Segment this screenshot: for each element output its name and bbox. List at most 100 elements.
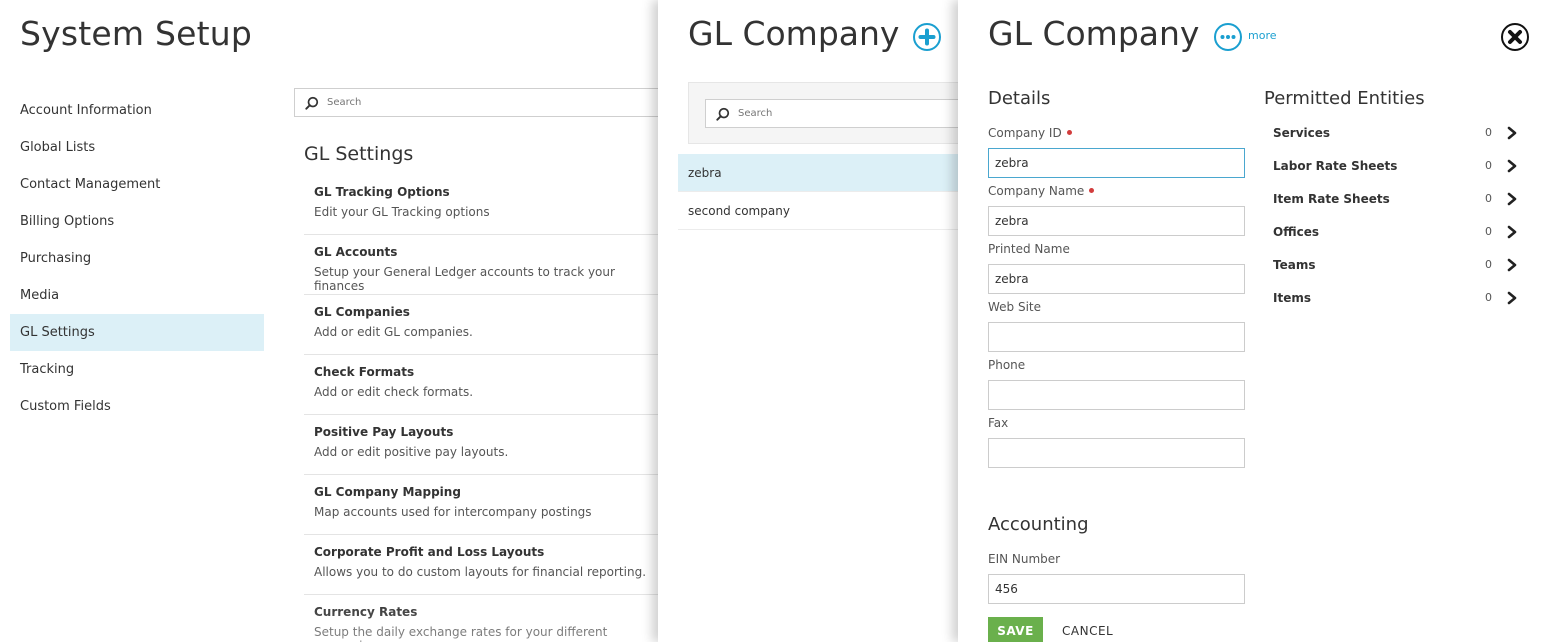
company-detail-title: GL Company xyxy=(988,14,1200,53)
chevron-right-icon xyxy=(1507,258,1517,271)
add-company-button[interactable] xyxy=(912,22,942,52)
gl-company-detail-panel: GL Company more Details Company ID Compa… xyxy=(958,0,1541,642)
entity-row-offices[interactable]: Offices 0 xyxy=(1264,215,1524,248)
required-indicator xyxy=(1089,188,1095,193)
entity-name: Services xyxy=(1273,125,1331,140)
company-row-zebra[interactable]: zebra xyxy=(678,154,968,192)
entity-name: Items xyxy=(1273,290,1311,305)
search-icon xyxy=(716,107,730,121)
settings-item-title: GL Companies xyxy=(314,305,410,319)
settings-item-gl-accounts[interactable]: GL Accounts Setup your General Ledger ac… xyxy=(304,235,660,295)
company-list-title: GL Company xyxy=(688,14,900,53)
company-search-input[interactable] xyxy=(736,107,968,120)
company-row-second-company[interactable]: second company xyxy=(678,192,968,230)
nav-item-global-lists[interactable]: Global Lists xyxy=(10,129,264,166)
chevron-right-icon xyxy=(1507,159,1517,172)
settings-item-title: GL Accounts xyxy=(314,245,398,259)
settings-item-title: GL Tracking Options xyxy=(314,185,450,199)
ein-number-input[interactable] xyxy=(988,574,1245,604)
settings-item-desc: Setup your General Ledger accounts to tr… xyxy=(314,265,615,293)
settings-item-positive-pay-layouts[interactable]: Positive Pay Layouts Add or edit positiv… xyxy=(304,415,660,475)
settings-item-desc: Setup the daily exchange rates for your … xyxy=(314,625,608,642)
fax-label: Fax xyxy=(988,416,1009,430)
phone-input[interactable] xyxy=(988,380,1245,410)
company-search-box xyxy=(705,99,968,128)
entity-count: 0 xyxy=(1485,291,1492,304)
nav-item-gl-settings[interactable]: GL Settings xyxy=(10,314,264,351)
settings-item-desc: Add or edit GL companies. xyxy=(314,325,473,339)
company-id-label-text: Company ID xyxy=(988,126,1062,140)
more-options-button[interactable] xyxy=(1213,22,1243,52)
company-search-area xyxy=(688,82,968,144)
entity-row-items[interactable]: Items 0 xyxy=(1264,281,1524,314)
company-name-label-text: Company Name xyxy=(988,184,1085,198)
settings-item-desc: Add or edit check formats. xyxy=(314,385,474,399)
entity-count: 0 xyxy=(1485,159,1492,172)
company-name-input[interactable] xyxy=(988,206,1245,236)
settings-item-currency-rates[interactable]: Currency Rates Setup the daily exchange … xyxy=(304,595,660,642)
settings-item-check-formats[interactable]: Check Formats Add or edit check formats. xyxy=(304,355,660,415)
web-site-input[interactable] xyxy=(988,322,1245,352)
nav-item-account-information[interactable]: Account Information xyxy=(10,92,264,129)
entity-row-labor-rate-sheets[interactable]: Labor Rate Sheets 0 xyxy=(1264,149,1524,182)
ein-number-label: EIN Number xyxy=(988,552,1061,566)
settings-item-desc: Add or edit positive pay layouts. xyxy=(314,445,509,459)
settings-search-box xyxy=(294,88,660,117)
required-indicator xyxy=(1066,130,1072,135)
settings-item-gl-company-mapping[interactable]: GL Company Mapping Map accounts used for… xyxy=(304,475,660,535)
cancel-button[interactable]: CANCEL xyxy=(1054,617,1121,642)
nav-item-custom-fields[interactable]: Custom Fields xyxy=(10,388,264,425)
entity-name: Teams xyxy=(1273,257,1316,272)
fax-input[interactable] xyxy=(988,438,1245,468)
settings-item-desc: Allows you to do custom layouts for fina… xyxy=(314,565,647,579)
phone-label: Phone xyxy=(988,358,1026,372)
company-name-label: Company Name xyxy=(988,184,1095,198)
printed-name-label: Printed Name xyxy=(988,242,1070,256)
page-title: System Setup xyxy=(20,14,252,53)
system-setup-panel: System Setup Account Information Global … xyxy=(0,0,660,642)
gl-company-list-panel: GL Company zebra second company xyxy=(658,0,968,642)
settings-item-title: Positive Pay Layouts xyxy=(314,425,454,439)
settings-item-gl-companies[interactable]: GL Companies Add or edit GL companies. xyxy=(304,295,660,355)
entity-row-services[interactable]: Services 0 xyxy=(1264,116,1524,149)
entity-name: Item Rate Sheets xyxy=(1273,191,1390,206)
nav-item-contact-management[interactable]: Contact Management xyxy=(10,166,264,203)
settings-item-title: Check Formats xyxy=(314,365,415,379)
settings-item-desc: Map accounts used for intercompany posti… xyxy=(314,505,592,519)
nav-item-media[interactable]: Media xyxy=(10,277,264,314)
entity-name: Offices xyxy=(1273,224,1319,239)
save-button[interactable]: SAVE xyxy=(988,617,1043,642)
settings-item-title: Currency Rates xyxy=(314,605,418,619)
settings-item-desc: Edit your GL Tracking options xyxy=(314,205,490,219)
company-id-label: Company ID xyxy=(988,126,1072,140)
chevron-right-icon xyxy=(1507,291,1517,304)
nav-item-tracking[interactable]: Tracking xyxy=(10,351,264,388)
accounting-section-title: Accounting xyxy=(988,514,1089,535)
entity-name: Labor Rate Sheets xyxy=(1273,158,1398,173)
settings-item-corporate-pl-layouts[interactable]: Corporate Profit and Loss Layouts Allows… xyxy=(304,535,660,595)
entity-count: 0 xyxy=(1485,258,1492,271)
company-list: zebra second company xyxy=(678,154,968,230)
printed-name-input[interactable] xyxy=(988,264,1245,294)
entity-count: 0 xyxy=(1485,225,1492,238)
settings-item-gl-tracking-options[interactable]: GL Tracking Options Edit your GL Trackin… xyxy=(304,175,660,235)
entity-row-teams[interactable]: Teams 0 xyxy=(1264,248,1524,281)
chevron-right-icon xyxy=(1507,225,1517,238)
entity-row-item-rate-sheets[interactable]: Item Rate Sheets 0 xyxy=(1264,182,1524,215)
settings-search-input[interactable] xyxy=(325,96,660,109)
search-icon xyxy=(305,96,319,110)
settings-section-title: GL Settings xyxy=(304,143,414,165)
permitted-entities-title: Permitted Entities xyxy=(1264,88,1425,109)
settings-item-title: Corporate Profit and Loss Layouts xyxy=(314,545,545,559)
nav-item-purchasing[interactable]: Purchasing xyxy=(10,240,264,277)
web-site-label: Web Site xyxy=(988,300,1042,314)
more-options-link[interactable]: more xyxy=(1248,29,1277,42)
company-id-input[interactable] xyxy=(988,148,1245,178)
chevron-right-icon xyxy=(1507,126,1517,139)
entity-count: 0 xyxy=(1485,192,1492,205)
chevron-right-icon xyxy=(1507,192,1517,205)
settings-item-title: GL Company Mapping xyxy=(314,485,461,499)
nav-item-billing-options[interactable]: Billing Options xyxy=(10,203,264,240)
close-icon[interactable] xyxy=(1500,22,1530,52)
gl-settings-list: GL Tracking Options Edit your GL Trackin… xyxy=(304,175,660,642)
